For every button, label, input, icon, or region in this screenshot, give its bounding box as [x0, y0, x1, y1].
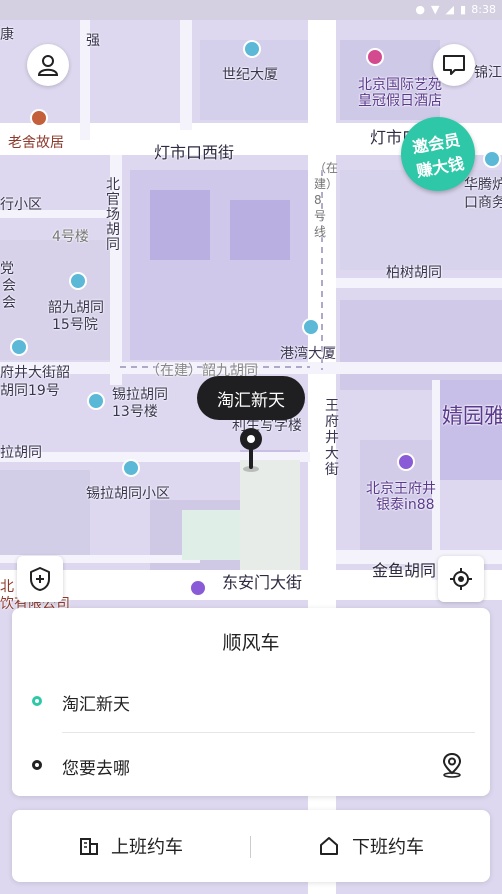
shield-plus-icon [30, 567, 50, 591]
poi-marker-icon[interactable] [366, 48, 384, 66]
poi-marker-icon[interactable] [122, 459, 140, 477]
map-label: 王府井大街 [325, 398, 339, 478]
map-label: 老舍故居 [8, 135, 64, 151]
map-label: 婧园雅 [442, 404, 502, 428]
map-label: 北官场胡同 [106, 177, 120, 253]
poi-marker-icon[interactable] [189, 579, 207, 597]
origin-dot-icon [32, 696, 42, 706]
status-time: 8:38 [471, 3, 496, 16]
battery-icon: ▮ [459, 3, 466, 16]
message-icon [443, 55, 465, 75]
map-label: （在建）8号线 [314, 161, 339, 239]
map-label: 口商务 [464, 195, 502, 211]
map-label: 锡拉胡同小区 [86, 486, 170, 502]
commute-home-button[interactable]: 下班约车 [252, 810, 490, 882]
poi-marker-icon[interactable] [483, 150, 501, 168]
building-icon [80, 838, 98, 855]
map-label: 东安门大街 [222, 573, 303, 592]
map-label: 15号院 [52, 317, 98, 333]
destination-input[interactable]: 您要去哪 [62, 754, 130, 779]
bar-separator [250, 836, 251, 858]
map-label: 会 [2, 295, 16, 311]
map-label: 13号楼 [112, 404, 158, 420]
commute-home-label: 下班约车 [352, 837, 424, 858]
map-label: 胡同19号 [0, 383, 60, 399]
destination-dot-icon [32, 760, 42, 770]
safety-button[interactable] [17, 556, 63, 602]
origin-row[interactable]: 淘汇新天 [12, 676, 490, 726]
message-button[interactable] [433, 44, 475, 86]
map-label: 4号楼 [52, 229, 89, 245]
map-label: 港湾大厦 [280, 346, 336, 362]
destination-row[interactable]: 您要去哪 [12, 740, 490, 790]
poi-marker-icon[interactable] [10, 338, 28, 356]
map-label: 皇冠假日酒店 [358, 93, 442, 109]
commute-to-work-label: 上班约车 [111, 837, 183, 858]
poi-marker-icon[interactable] [397, 453, 415, 471]
locate-icon [450, 568, 472, 590]
location-icon: ● [415, 3, 425, 16]
poi-marker-icon[interactable] [302, 318, 320, 336]
map-label: 灯市口西街 [154, 143, 235, 162]
signal-icon: ◢ [445, 3, 454, 16]
poi-marker-icon[interactable] [69, 272, 87, 290]
poi-marker-icon[interactable] [30, 109, 48, 127]
commute-bar: 上班约车 下班约车 [12, 810, 490, 882]
poi-marker-icon[interactable] [243, 40, 261, 58]
map-label: 拉胡同 [0, 445, 42, 461]
pickup-pin-icon [237, 427, 265, 479]
map-label: 行小区 [0, 197, 42, 213]
status-icons: ● ▼ ◢ ▮ [415, 3, 466, 16]
map-label: 康 [0, 27, 14, 43]
map-pin-picker-icon[interactable] [440, 752, 464, 782]
origin-text: 淘汇新天 [62, 695, 130, 715]
poi-marker-icon[interactable] [87, 392, 105, 410]
map-label: 世纪大厦 [222, 67, 278, 83]
map-label: 金鱼胡同 [372, 561, 437, 580]
map-label: 柏树胡同 [386, 265, 442, 281]
locate-button[interactable] [438, 556, 484, 602]
map-label: 强 [86, 33, 100, 49]
home-icon [320, 837, 338, 855]
row-divider [62, 732, 475, 733]
status-bar: ● ▼ ◢ ▮ 8:38 [0, 0, 502, 20]
commute-to-work-button[interactable]: 上班约车 [12, 810, 250, 882]
map-label: 府井大街韶 [0, 365, 70, 381]
person-icon [37, 55, 59, 76]
wifi-icon: ▼ [431, 3, 440, 16]
card-title: 顺风车 [222, 632, 280, 654]
map-label: 华腾炉 [464, 177, 502, 193]
map-label: 银泰in88 [376, 497, 435, 513]
ride-request-card: 顺风车 淘汇新天 您要去哪 [12, 608, 490, 796]
pickup-location-bubble[interactable]: 淘汇新天 [197, 376, 305, 420]
profile-button[interactable] [27, 44, 69, 86]
map-label: 锦江 [474, 65, 502, 81]
